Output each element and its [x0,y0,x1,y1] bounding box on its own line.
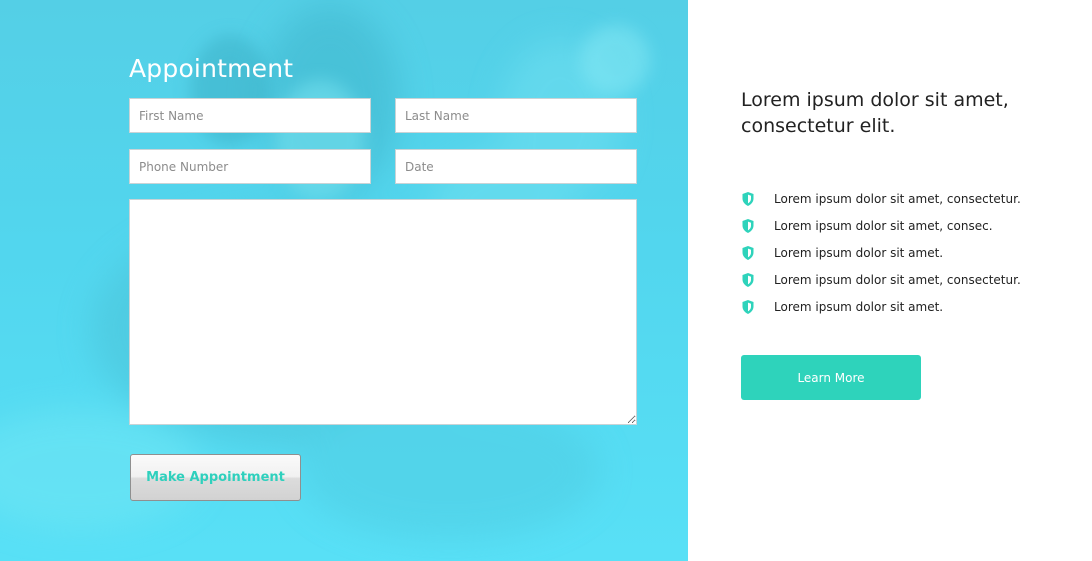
feature-text: Lorem ipsum dolor sit amet, consec. [774,218,993,233]
feature-item: Lorem ipsum dolor sit amet. [741,293,1021,320]
first-name-input[interactable] [129,98,371,133]
last-name-input[interactable] [395,98,637,133]
feature-item: Lorem ipsum dolor sit amet, consectetur. [741,266,1021,293]
feature-item: Lorem ipsum dolor sit amet. [741,239,1021,266]
feature-item: Lorem ipsum dolor sit amet, consec. [741,212,1021,239]
shield-icon [741,218,755,234]
info-heading: Lorem ipsum dolor sit amet, consectetur … [741,89,1009,137]
date-input[interactable] [395,149,637,184]
learn-more-button[interactable]: Learn More [741,355,921,400]
message-textarea[interactable] [129,199,637,425]
shield-icon [741,245,755,261]
feature-text: Lorem ipsum dolor sit amet. [774,299,944,314]
feature-text: Lorem ipsum dolor sit amet, consectetur. [774,191,1021,206]
shield-icon [741,191,755,207]
form-title: Appointment [129,54,294,83]
make-appointment-button[interactable]: Make Appointment [130,454,301,501]
shield-icon [741,272,755,288]
feature-text: Lorem ipsum dolor sit amet. [774,245,944,260]
feature-text: Lorem ipsum dolor sit amet, consectetur. [774,272,1021,287]
shield-icon [741,299,755,315]
feature-list: Lorem ipsum dolor sit amet, consectetur.… [741,185,1021,320]
appointment-panel: Appointment Make Appointment [0,0,688,561]
phone-number-input[interactable] [129,149,371,184]
feature-item: Lorem ipsum dolor sit amet, consectetur. [741,185,1021,212]
